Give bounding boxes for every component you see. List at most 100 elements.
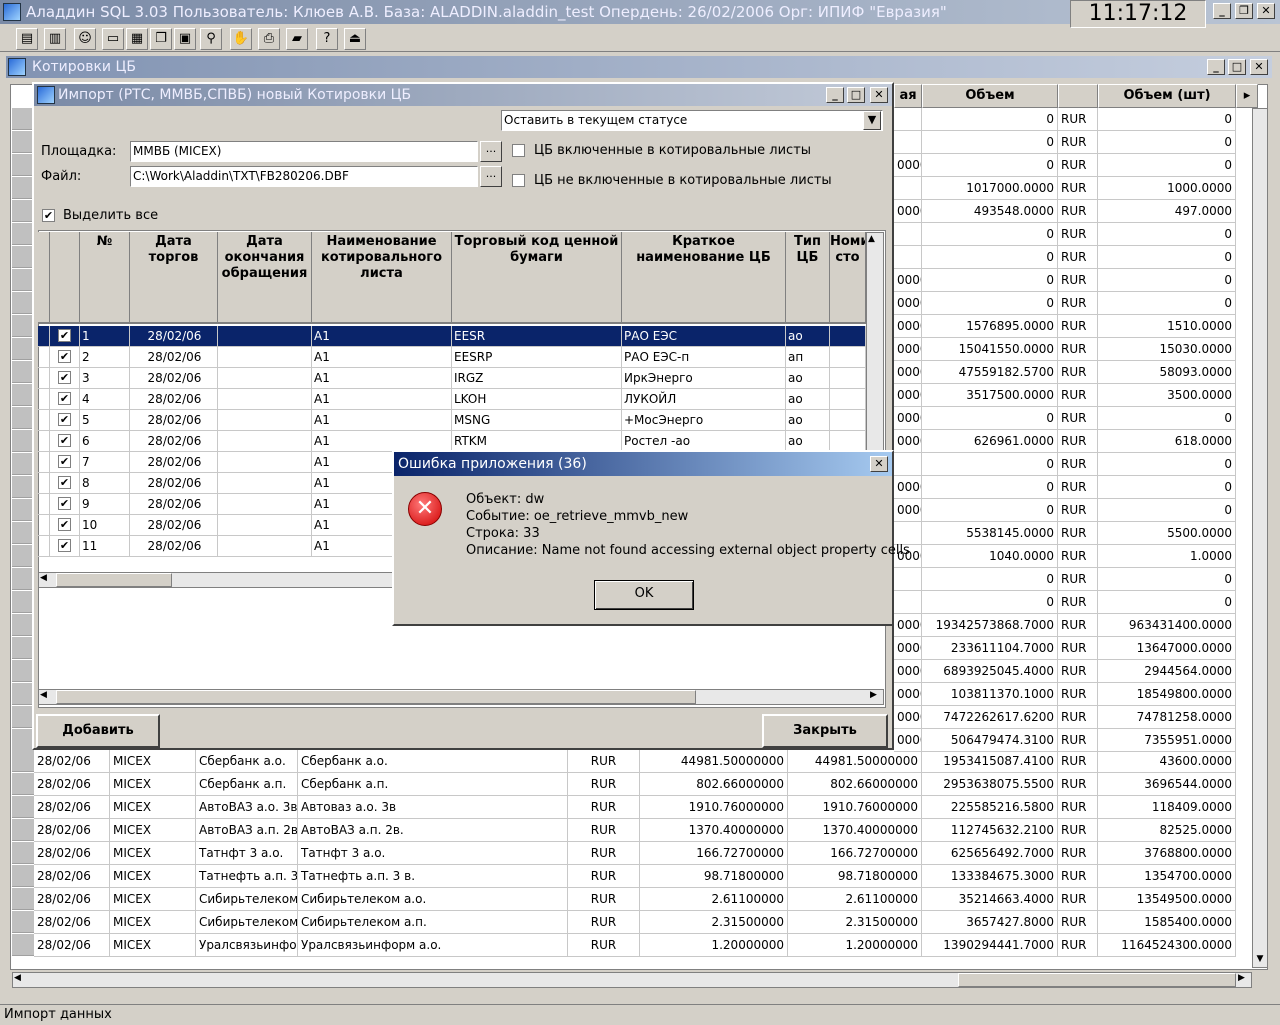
grid-cell[interactable]: Автоваз а.о. 3в [298,796,568,819]
import-grid-cell[interactable]: ао [786,326,830,347]
grid-cell[interactable]: 0 [1098,246,1236,269]
grid-cell[interactable]: АвтоВАЗ а.о. 3в [196,796,298,819]
grid-cell[interactable] [894,131,922,154]
user-icon[interactable]: ☺ [74,28,96,50]
import-grid-cell[interactable] [218,473,312,494]
grid-cell[interactable]: 0000 [894,729,922,752]
import-grid-cell[interactable] [218,347,312,368]
import-grid-cell[interactable]: 28/02/06 [130,494,218,515]
grid-cell[interactable]: 0 [922,591,1058,614]
grid-cell[interactable]: 497.0000 [1098,200,1236,223]
grid-cell[interactable] [894,453,922,476]
row-checkbox[interactable]: ✔ [50,536,80,557]
grid-cell[interactable]: 28/02/06 [34,819,110,842]
grid-cell[interactable]: RUR [1058,476,1098,499]
grid-cell[interactable]: Сибирьтелеком а.п. [298,911,568,934]
grid-cell[interactable]: 0 [922,246,1058,269]
grid-cell[interactable]: RUR [1058,842,1098,865]
import-col-header[interactable]: Дата торгов [130,232,218,324]
grid-cell[interactable]: 0000 [894,292,922,315]
grid-cell[interactable]: 44981.50000000 [640,750,788,773]
error-dialog[interactable]: Ошибка приложения (36) ✕ ✕ Объект: dw Со… [392,450,910,626]
minimize-button[interactable]: _ [1213,3,1231,19]
import-dialog[interactable]: Импорт (РТС, ММВБ,СПВБ) новый Котировки … [32,82,894,750]
grid-cell[interactable]: RUR [1058,660,1098,683]
grid-cell[interactable]: 0000 [894,660,922,683]
grid-cell[interactable]: RUR [1058,361,1098,384]
import-col-header[interactable]: Наименование котировального листа [312,232,452,324]
grid-cell[interactable]: 233611104.7000 [922,637,1058,660]
grid-cell[interactable]: 15041550.0000 [922,338,1058,361]
grid-cell[interactable] [894,177,922,200]
binoculars-icon[interactable]: ⚲ [200,28,222,50]
grid-cell[interactable]: 1370.40000000 [640,819,788,842]
grid-cell[interactable]: RUR [1058,246,1098,269]
grid-cell[interactable]: 1164524300.0000 [1098,934,1236,957]
checkbox-check-icon[interactable]: ✔ [58,539,71,552]
grid-cell[interactable]: 0 [922,407,1058,430]
grid-cell[interactable]: АвтоВАЗ а.п. 2в. [298,819,568,842]
mdi-minimize-button[interactable]: _ [1207,59,1225,75]
row-gutter[interactable] [38,494,50,515]
import-grid-cell[interactable]: 7 [80,452,130,473]
grid-cell[interactable]: Сибирьтелеком а.о. [196,888,298,911]
import-grid-cell[interactable]: 8 [80,473,130,494]
grid-cell[interactable]: 28/02/06 [34,842,110,865]
import-grid-cell[interactable]: +МосЭнерго [622,410,786,431]
grid-cell[interactable]: Сбербанк а.п. [298,773,568,796]
row-indicator[interactable] [12,591,34,613]
grid-cell[interactable]: MICEX [110,796,196,819]
grid-cell[interactable]: 0 [1098,591,1236,614]
grid-cell[interactable]: Уралсвязьинформ а.о. [196,934,298,957]
row-indicator[interactable] [12,568,34,590]
grid-cell[interactable] [894,568,922,591]
checkbox-check-icon[interactable]: ✔ [58,455,71,468]
checkbox-check-icon[interactable]: ✔ [58,392,71,405]
grid-cell[interactable]: RUR [1058,499,1098,522]
grid-cell[interactable]: 626961.0000 [922,430,1058,453]
grid-cell[interactable]: 0000 [894,499,922,522]
row-indicator[interactable] [12,911,34,933]
row-checkbox[interactable]: ✔ [50,347,80,368]
grid-cell[interactable]: 0000 [894,315,922,338]
grid-cell[interactable]: RUR [1058,407,1098,430]
import-grid-cell[interactable] [830,326,866,347]
grid-cell[interactable]: 2.61100000 [788,888,922,911]
import-grid-cell[interactable]: 28/02/06 [130,536,218,557]
import-grid-cell[interactable]: ао [786,431,830,452]
row-gutter[interactable] [38,389,50,410]
row-indicator[interactable] [12,315,34,337]
grid-cell[interactable]: 0 [1098,269,1236,292]
grid-cell[interactable]: 0 [922,131,1058,154]
row-gutter[interactable] [38,536,50,557]
grid-cell[interactable]: Сбербанк а.о. [196,750,298,773]
import-grid-cell[interactable]: A1 [312,431,452,452]
cascade-icon[interactable]: ❐ [150,28,172,50]
grid-cell[interactable]: 1040.0000 [922,545,1058,568]
row-indicator[interactable] [12,131,34,153]
grid-cell[interactable]: 1510.0000 [1098,315,1236,338]
grid-cell[interactable]: 0000 [894,614,922,637]
row-indicator[interactable] [12,338,34,360]
row-checkbox[interactable]: ✔ [50,494,80,515]
select-all-checkbox[interactable]: ✔ [42,209,55,222]
grid-cell[interactable]: 112745632.2100 [922,819,1058,842]
grid-cell[interactable]: 1390294441.7000 [922,934,1058,957]
error-dialog-title-bar[interactable]: Ошибка приложения (36) [394,452,892,476]
scroll-left-icon[interactable]: ◀ [14,973,28,987]
import-grid-cell[interactable]: 9 [80,494,130,515]
scroll-up-icon[interactable]: ▲ [868,234,875,244]
import-col-header[interactable]: Тип ЦБ [786,232,830,324]
folder-icon[interactable]: ▰ [286,28,308,50]
import-grid-cell[interactable]: A1 [312,326,452,347]
row-indicator[interactable] [12,796,34,818]
grid-cell[interactable]: RUR [568,842,640,865]
grid-cell[interactable]: 802.66000000 [640,773,788,796]
import-grid-cell[interactable]: ЛУКОЙЛ [622,389,786,410]
grid-cell[interactable]: 166.72700000 [788,842,922,865]
printer-icon[interactable]: ⎙ [258,28,280,50]
import-grid-cell[interactable]: 28/02/06 [130,347,218,368]
import-grid-cell[interactable]: 10 [80,515,130,536]
checkbox-check-icon[interactable]: ✔ [58,497,71,510]
checkbox-check-icon[interactable]: ✔ [58,413,71,426]
